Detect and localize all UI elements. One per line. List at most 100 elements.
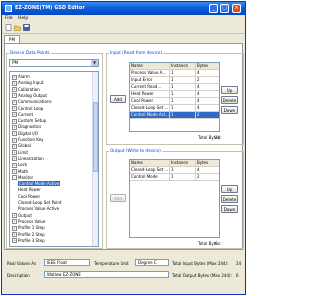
real-values-select[interactable]: IEEE Float [44, 259, 90, 266]
close-button[interactable]: × [232, 4, 241, 13]
tree-item[interactable]: Closed-Loop Set Point [18, 200, 62, 205]
expand-icon[interactable]: + [12, 112, 17, 118]
tree-item[interactable]: - Monitor [12, 175, 33, 181]
input-up-button[interactable]: Up [221, 86, 238, 94]
column-header[interactable]: Name [130, 63, 170, 70]
expand-icon[interactable]: + [12, 232, 17, 237]
toolbar [2, 23, 245, 34]
column-header[interactable]: Instance [170, 160, 196, 167]
expand-icon[interactable]: + [12, 118, 17, 124]
tree-item[interactable]: Heat Power [18, 187, 41, 192]
table-row[interactable]: Control Mode Act... 1 2 [130, 112, 219, 119]
column-header[interactable]: Instance [170, 63, 196, 70]
expand-icon[interactable]: + [12, 156, 17, 162]
tree-item[interactable]: + Diagnostics [12, 124, 41, 130]
tree-item[interactable]: + Calibration [12, 87, 40, 93]
tree-item[interactable]: + Profile 2 Step [12, 232, 45, 237]
expand-icon[interactable]: + [12, 150, 17, 156]
tree-item[interactable]: + Limit [12, 150, 28, 156]
output-down-button[interactable]: Down [221, 205, 238, 213]
table-row[interactable]: Control Mode 1 2 [130, 174, 219, 181]
device-data-points-label: Device Data Points [9, 50, 51, 55]
tree-item-label: Lock [18, 162, 28, 168]
description-input[interactable]: Watlow EZ-ZONE [44, 271, 169, 278]
column-header[interactable]: Name [130, 160, 170, 167]
maximize-button[interactable]: □ [220, 4, 229, 13]
tree-item[interactable]: + Lock [12, 162, 28, 168]
table-row[interactable]: Current Read... 1 4 [130, 84, 219, 91]
expand-icon[interactable]: + [12, 131, 17, 137]
table-row[interactable]: Cool Power 1 4 [130, 98, 219, 105]
tree-item[interactable]: + Linearization [12, 156, 44, 162]
expand-icon[interactable]: + [12, 162, 17, 168]
tree-item[interactable]: + Function Key [12, 137, 44, 143]
expand-icon[interactable]: + [12, 99, 17, 105]
output-up-button[interactable]: Up [221, 185, 238, 193]
save-icon[interactable] [23, 24, 30, 31]
tree-item[interactable]: + Global [12, 143, 31, 149]
tree-item[interactable]: Process Value Active [18, 206, 59, 211]
column-header[interactable]: Bytes [196, 160, 219, 167]
minimize-button[interactable]: _ [209, 4, 218, 13]
expand-icon[interactable]: + [12, 137, 17, 143]
output-add-button[interactable]: Add [110, 194, 126, 202]
expand-icon[interactable]: + [12, 213, 17, 219]
open-folder-icon[interactable] [14, 24, 21, 31]
tree-item-label: Math [18, 168, 29, 174]
tree-item[interactable]: + Math [12, 169, 28, 174]
tree-item[interactable]: Cool Power [18, 194, 40, 199]
tree-item-label: Control Mode Active [18, 181, 61, 187]
tree-item-label: Control Loop [18, 105, 44, 111]
expand-icon[interactable]: + [12, 124, 17, 130]
table-cell-name: Closed-Loop Set ... [130, 105, 170, 112]
input-delete-button[interactable]: Delete [221, 96, 238, 104]
expand-icon[interactable]: + [12, 106, 17, 111]
tree-item[interactable]: + Profile 1 Step [12, 225, 45, 231]
tree-item[interactable]: + Custom Setup [12, 118, 46, 124]
temperature-unit-select[interactable]: Degree C [135, 259, 169, 266]
tab-pm[interactable]: PM [4, 35, 20, 43]
table-row[interactable]: Input Error 1 2 [130, 77, 219, 84]
column-header[interactable]: Bytes [196, 63, 219, 70]
tree-item[interactable]: Control Mode Active [18, 181, 61, 187]
table-row[interactable]: Closed-Loop Set ... 1 4 [130, 105, 219, 112]
tree-item[interactable]: + Output [12, 213, 32, 219]
table-row[interactable]: Heat Power 1 4 [130, 91, 219, 98]
tree-item[interactable]: + Digital I/O [12, 131, 38, 137]
new-file-icon[interactable] [5, 24, 12, 31]
expand-icon[interactable]: + [12, 225, 17, 231]
table-row[interactable]: Process Value A... 1 4 [130, 70, 219, 77]
tree-item[interactable]: + Control Loop [12, 106, 43, 111]
input-grid[interactable]: Name Instance Bytes Process Value A... 1 4 Inp… [129, 62, 220, 132]
chevron-down-icon[interactable]: ▼ [91, 60, 98, 66]
tree-item[interactable]: + Communications [12, 99, 52, 105]
expand-icon[interactable]: + [12, 80, 17, 86]
output-grid[interactable]: Name Instance Bytes Closed-Loop Set ... 1 4 Co… [129, 159, 220, 238]
tree-item[interactable]: + Analog Output [12, 93, 47, 99]
input-down-button[interactable]: Down [221, 106, 238, 114]
menu-help[interactable]: Help [18, 16, 28, 21]
input-add-button[interactable]: Add [110, 95, 126, 103]
table-row[interactable]: Closed-Loop Set ... 1 4 [130, 167, 219, 174]
expand-icon[interactable]: + [12, 238, 17, 244]
collapse-icon[interactable]: - [12, 175, 17, 181]
output-delete-button[interactable]: Delete [221, 195, 238, 203]
expand-icon[interactable]: + [12, 93, 17, 99]
data-points-tree[interactable]: + Alarm + Analog Input + Calibration + Analog O… [9, 71, 99, 247]
tree-item[interactable]: + Process Value [12, 219, 45, 225]
title-bar[interactable]: EZ-ZONE(TM) GSD Editor _ □ × [2, 2, 245, 15]
expand-icon[interactable]: + [12, 143, 17, 149]
table-cell-instance: 1 [170, 98, 196, 105]
tree-item[interactable]: + Profile 3 Step [12, 238, 45, 244]
tree-item[interactable]: + Alarm [12, 74, 30, 80]
device-select[interactable]: PM ▼ [9, 59, 99, 67]
expand-icon[interactable]: + [12, 74, 17, 80]
expand-icon[interactable]: + [12, 219, 17, 225]
expand-icon[interactable]: + [12, 87, 17, 93]
expand-icon[interactable]: + [12, 169, 17, 174]
tree-scrollbar[interactable] [92, 72, 98, 246]
tree-scroll-thumb[interactable] [93, 102, 98, 172]
menu-file[interactable]: File [5, 16, 13, 21]
tree-item[interactable]: + Analog Input [12, 80, 43, 86]
tree-item[interactable]: + Current [12, 112, 33, 118]
